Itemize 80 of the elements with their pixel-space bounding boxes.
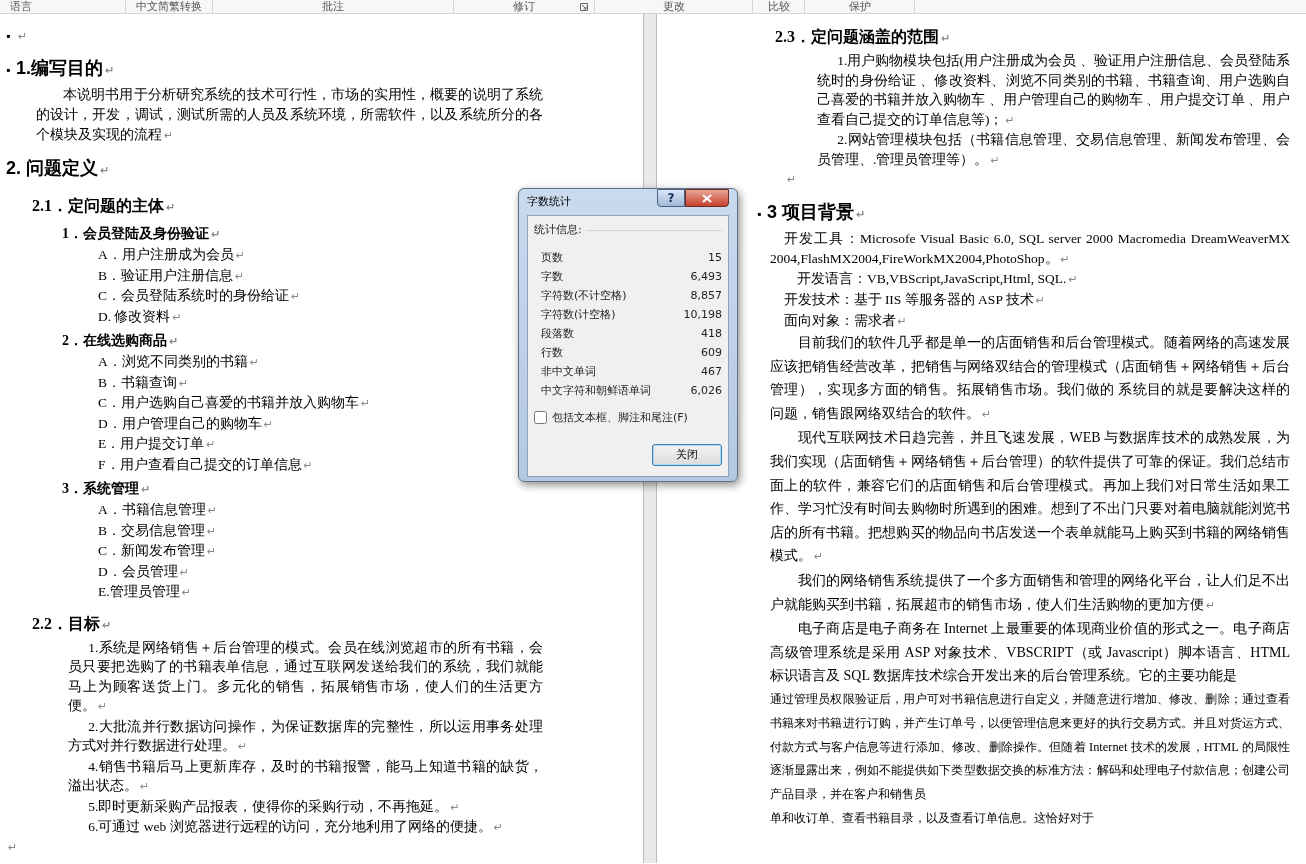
ribbon-group-label: 中文简繁转换 — [136, 0, 202, 12]
close-icon — [702, 193, 712, 203]
heading: 2.3．定问题涵盖的范围↵ — [775, 27, 951, 47]
heading: 1.编写目的↵ — [16, 57, 115, 80]
paragraph: 4.销售书籍后马上更新库存，及时的书籍报警，能马上知道书籍的缺货，溢出状态。↵ — [68, 757, 543, 795]
paragraph: 5.即时更新采购产品报表，使得你的采购行动，不再拖延。↵ — [87, 797, 461, 816]
paragraph-mark: ↵ — [8, 839, 18, 856]
stat-value: 609 — [701, 344, 722, 361]
list-item: A．用户注册成为会员↵ — [98, 246, 245, 264]
list-item: A．浏览不同类别的书籍↵ — [98, 353, 259, 371]
paragraph: 目前我们的软件几乎都是单一的店面销售和后台管理模式。随着网络的高速发展应该把销售经营改革，把销售与网络双结合的管理模式（店面销售＋网络销售＋后台管理），实现多方面的销售。拓展销售市场。我们做的 系统目的就是要解决这样的问题，销售跟网络双结合的软件。↵ — [770, 334, 1290, 423]
paragraph: 本说明书用于分析研究系统的技术可行性，市场的实用性，概要的说明了系统的设计，开发，调试，测试所需的人员及系统环境，所需软件，以及系统所分的各个模块及实现的流程↵ — [36, 86, 543, 144]
stat-value: 418 — [701, 325, 722, 342]
subheading: 2．在线选购商品↵ — [62, 332, 179, 350]
stat-label: 字符数(计空格) — [541, 306, 616, 323]
paragraph: 1.系统是网络销售＋后台管理的模式。会员在线浏览超市的所有书籍，会员只要把选购了的书籍表单信息，通过互联网发送给我们的系统，我们就能马上为顾客送货上门。多元化的销售，拓展销售市场，使人们的生活更方便。↵ — [68, 638, 543, 715]
ribbon-group-label: 语言 — [10, 0, 32, 12]
list-item: E．用户提交订单↵ — [98, 435, 216, 453]
paragraph: 开发工具：Microsofe Visual Basic 6.0, SQL server 2000 Macromedia DreamWeaverMX 2004,FlashMX2004,FireWorkMX2004,PhotoShop。↵ — [770, 230, 1290, 268]
format-mark: ▪ — [757, 206, 763, 223]
window-close-button[interactable] — [685, 189, 729, 207]
paragraph: 面向对象：需求者↵ — [782, 311, 908, 330]
heading: 2.2．目标↵ — [32, 613, 112, 634]
list-item: C．会员登陆系统时的身份给证↵ — [98, 287, 301, 305]
stat-value: 8,857 — [690, 287, 722, 304]
stat-value: 10,198 — [683, 306, 722, 323]
ribbon-group-label: 比较 — [767, 0, 790, 12]
paragraph: 6.可通过 web 浏览器进行远程的访问，充分地利用了网络的便捷。↵ — [87, 818, 504, 836]
list-item: C．新闻发布管理↵ — [98, 542, 217, 560]
checkbox[interactable] — [534, 411, 547, 425]
paragraph-mark: ↵ — [18, 29, 28, 45]
paragraph: 2.大批流并行数据访问操作，为保证数据库的完整性，所以运用事务处理方式对并行数据进行处理。↵ — [68, 717, 543, 755]
stat-value: 6,026 — [690, 382, 722, 399]
list-item: D. 修改资料↵ — [98, 307, 182, 326]
paragraph: 1.用户购物模块包括(用户注册成为会员 、验证用户注册信息、会员登陆系统时的身份给证 、修改资料、浏览不同类别的书籍、书籍查询、用户选购自己喜爱的书籍并放入购物车 、用户管理自己的购物车 、用户提交订单 、用户查看自己提交的订单信息等)；↵ — [817, 52, 1290, 129]
heading: 2.1．定问题的主体↵ — [32, 196, 176, 216]
subheading: 1．会员登陆及身份验证↵ — [62, 225, 221, 243]
format-mark: ▪ — [6, 28, 12, 45]
stat-label: 段落数 — [541, 325, 574, 342]
help-button[interactable]: ? — [657, 189, 685, 207]
stat-value: 6,493 — [690, 268, 722, 285]
dialog-title: 字数统计 — [527, 194, 571, 210]
list-item: B．验证用户注册信息↵ — [98, 266, 245, 285]
ribbon-group-label: 更改 — [662, 0, 685, 12]
list-item: C．用户选购自己喜爱的书籍并放入购物车↵ — [98, 394, 371, 412]
stat-label: 中文字符和朝鲜语单词 — [541, 382, 651, 399]
subheading: 3．系统管理↵ — [62, 480, 151, 498]
stat-value: 467 — [701, 363, 722, 380]
paragraph: 开发技术：基于 IIS 等服务器的 ASP 技术↵ — [782, 291, 1046, 309]
ribbon-group-label: 保护 — [848, 0, 871, 12]
heading: 2. 问题定义↵ — [6, 157, 110, 180]
list-item: B．书籍查询↵ — [98, 373, 189, 392]
paragraph: 开发语言：VB,VBScript,JavaScript,Html, SQL.↵ — [796, 270, 1079, 288]
paragraph: 电子商店是电子商务在 Internet 上最重要的体现商业价值的形式之一。电子商店高级管理系统是采用 ASP 对象技术、VBSCRIPT（或 Javascript）脚本语言、HTML 标识语言及 SQL 数据库技术综合开发出来的后台管理系统。它的主要功能是 — [770, 620, 1290, 686]
paragraph: 单和收订单、查看书籍目录，以及查看订单信息。这恰好对于 — [770, 809, 1095, 827]
stat-value: 15 — [708, 249, 722, 266]
format-mark: ▪ — [6, 62, 12, 79]
ribbon-group-label: 批注 — [322, 0, 344, 12]
stat-label: 页数 — [541, 249, 563, 266]
paragraph: 现代互联网技术日趋完善，并且飞速发展，WEB 与数据库技术的成熟发展，为我们实现（店面销售＋网络销售＋后台管理）的软件提供了可靠的保证。我们总结市面上的软件，兼容它们的店面销售和后台管理模式。再加上我们对日常生活如果工作、学习忙没有时间去购物时所遇到的困难。想到了不出门只要对着电脑就能浏览书店的所有书籍。把想购买的物品向书店发送一个表单就能马上购买到书籍的网络销售模式。↵ — [770, 429, 1290, 566]
list-item: A．书籍信息管理↵ — [98, 501, 217, 519]
paragraph: 通过管理员权限验证后，用户可对书籍信息进行自定义，并随意进行增加、修改、删除；通过查看书籍来对书籍进行订购，并产生订单号，以便管理信息来更好的执行交易方式。并且对货运方式、付款方式与客户信息等进行添加、修改、删除操作。但随着 Internet 技术的发展，HTML 的局限性逐渐显露出来，例如不能提供如下类型数据交换的标准方法：解码和处理电子付款信息；创建公司产品目录，并在客户和销售员 — [770, 690, 1290, 804]
paragraph: 2.网站管理模块包括（书籍信息管理、交易信息管理、新闻发布管理、会员管理、.管理员管理等）。↵ — [817, 131, 1290, 169]
group-label: 统计信息: — [534, 222, 582, 238]
list-item: D．用户管理自己的购物车↵ — [98, 414, 273, 433]
stat-label: 非中文单词 — [541, 363, 596, 380]
checkbox-label[interactable]: 包括文本框、脚注和尾注(F) — [552, 409, 688, 426]
list-item: F．用户查看自己提交的订单信息↵ — [98, 455, 313, 474]
paragraph-mark: ↵ — [787, 172, 797, 188]
stat-label: 字符数(不计空格) — [541, 287, 627, 304]
ribbon-group-label: 修订 — [513, 0, 535, 12]
list-item: B．交易信息管理↵ — [98, 521, 217, 540]
heading: 3 项目背景↵ — [767, 201, 866, 224]
paragraph: 我们的网络销售系统提供了一个多方面销售和管理的网络化平台，让人们足不出户就能购买到书籍，拓展超市的销售市场，使人们生活购物的更加方便↵ — [770, 571, 1290, 614]
stat-label: 行数 — [541, 344, 563, 361]
close-button[interactable]: 关闭 — [652, 444, 722, 466]
stat-label: 字数 — [541, 268, 563, 285]
list-item: D．会员管理↵ — [98, 562, 189, 581]
dialog-launcher-icon[interactable] — [580, 3, 588, 11]
list-item: E.管理员管理↵ — [98, 583, 191, 601]
